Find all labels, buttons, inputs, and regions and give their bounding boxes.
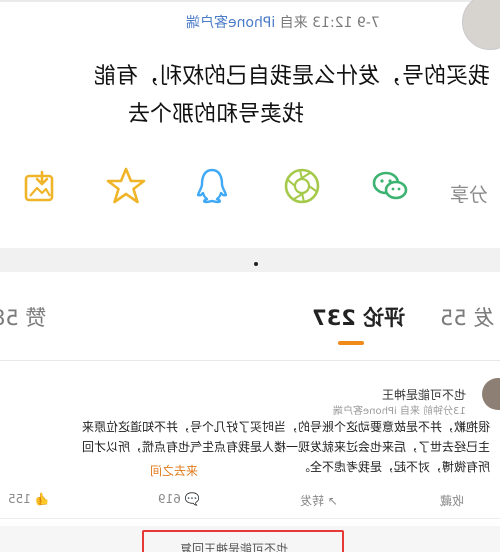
tab-comments[interactable]: 评论 237 — [312, 302, 405, 332]
comment-replies[interactable]: 💬 619 — [158, 492, 200, 506]
comment-meta: 13分钟前 来自 iPhone客户端 — [333, 406, 466, 417]
commenter-name[interactable]: 也不可能是神王 — [382, 386, 466, 403]
favorite-star-icon[interactable] — [106, 166, 146, 206]
share-label[interactable]: 分享 — [450, 180, 488, 207]
comment-likes[interactable]: 👍 155 — [8, 492, 50, 506]
reply-icon: 💬 — [184, 492, 200, 506]
comment-text-line-3: 所有微博，对不起，是我考虑不全。 — [297, 460, 490, 474]
active-tab-indicator — [338, 341, 364, 345]
wechat-icon[interactable] — [370, 166, 410, 206]
section-divider — [0, 248, 500, 272]
post-text-line-1: 我买的号，发什么是我自己的权利，有能 — [93, 64, 490, 89]
comment-repost[interactable]: ↗ 转发 — [300, 492, 338, 509]
comment-text-line-1: 很抱歉，并不是故意要动这个账号的，当时买了好几个号，并不知道这位原来 — [81, 420, 490, 434]
collect-label: 收藏 — [440, 494, 465, 508]
comment-replies-count: 619 — [158, 492, 181, 506]
post-from-label: 来自 — [279, 15, 308, 31]
comment-separator — [0, 518, 500, 519]
save-image-icon[interactable] — [20, 166, 60, 206]
post-meta: 7-9 12:13 来自 iPhone客户端 — [186, 12, 380, 32]
reply-preview-text[interactable]: 也不可能是神王回复 — [180, 540, 288, 552]
comment-repost-label: 转发 — [300, 494, 325, 508]
qq-icon[interactable] — [192, 166, 232, 206]
tabs-divider — [0, 360, 500, 361]
poster-avatar[interactable] — [462, 0, 500, 50]
tab-likes[interactable]: 赞 58 — [0, 302, 46, 332]
repost-icon: ↗ — [327, 494, 338, 508]
comment-text-line-2: 主已经去世了，后来也会过来就发现一楼人是我有点生气也有点慌，所以才回 — [81, 440, 490, 454]
like-icon: 👍 — [34, 492, 50, 506]
commenter-avatar[interactable] — [482, 378, 500, 410]
top-edge — [0, 0, 500, 2]
post-text-line-2: 找卖号和的那个去 — [127, 102, 304, 127]
tab-reposts[interactable]: 发 55 — [440, 302, 494, 332]
moments-icon[interactable] — [282, 166, 322, 206]
post-source[interactable]: iPhone客户端 — [186, 15, 275, 31]
comment-likes-count: 155 — [8, 492, 31, 506]
comment-link[interactable]: 来去之间 — [150, 462, 198, 479]
share-row — [0, 166, 500, 226]
comment-collect[interactable]: 收藏 — [440, 492, 464, 509]
post-time: 7-9 12:13 — [312, 15, 380, 31]
cursor-dot — [254, 262, 258, 266]
